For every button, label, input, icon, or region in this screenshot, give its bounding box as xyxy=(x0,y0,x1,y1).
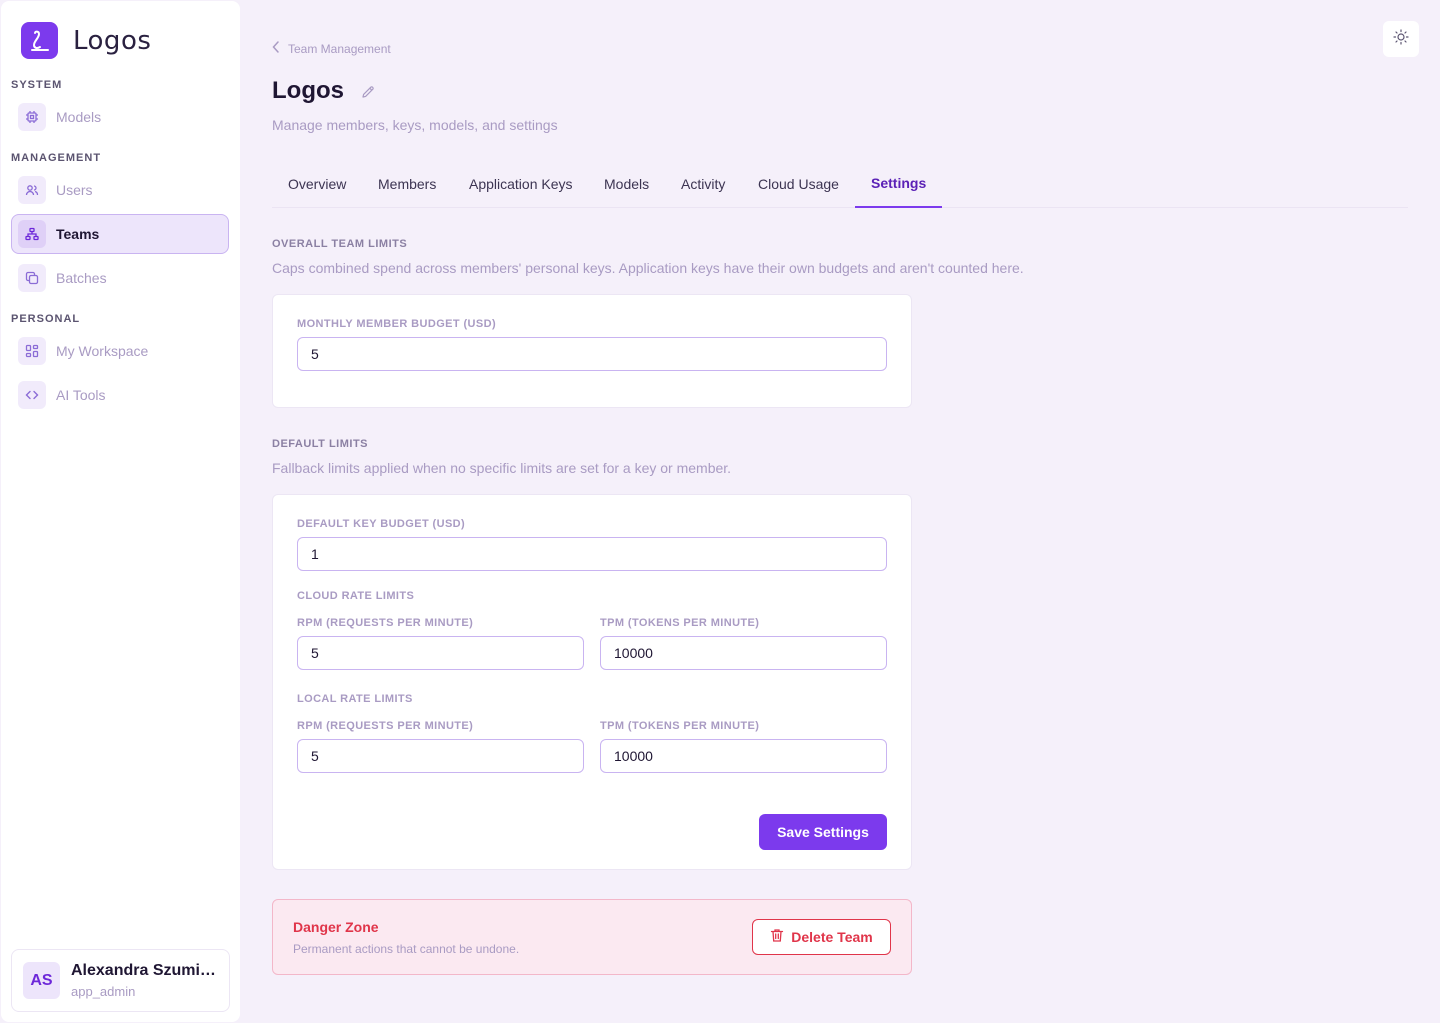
sidebar-item-ai-tools[interactable]: AI Tools xyxy=(11,375,229,415)
delete-team-button[interactable]: Delete Team xyxy=(752,919,891,955)
theme-toggle-button[interactable] xyxy=(1383,21,1419,57)
chevron-left-icon xyxy=(272,41,280,56)
user-info: Alexandra Szumi… app_admin xyxy=(71,962,221,999)
code-icon xyxy=(18,381,46,409)
sidebar-item-label: AI Tools xyxy=(56,387,106,403)
local-rate-limits-heading: LOCAL RATE LIMITS xyxy=(297,693,413,705)
tab-overview[interactable]: Overview xyxy=(272,160,362,207)
copy-icon xyxy=(18,264,46,292)
overall-limits-card: MONTHLY MEMBER BUDGET (USD) 5 xyxy=(272,294,912,408)
default-limits-description: Fallback limits applied when no specific… xyxy=(272,460,732,476)
trash-icon xyxy=(770,928,784,946)
danger-zone-description: Permanent actions that cannot be undone. xyxy=(293,942,520,956)
sidebar-item-users[interactable]: Users xyxy=(11,170,229,210)
default-limits-heading: DEFAULT LIMITS xyxy=(272,438,369,450)
logo-icon xyxy=(21,22,58,59)
section-label-personal: PERSONAL xyxy=(11,313,81,325)
grid-icon xyxy=(18,337,46,365)
tab-models[interactable]: Models xyxy=(588,160,665,207)
sidebar-item-label: Teams xyxy=(56,226,100,242)
cloud-tpm-input[interactable]: 10000 xyxy=(600,636,887,670)
tab-activity[interactable]: Activity xyxy=(665,160,741,207)
overall-limits-description: Caps combined spend across members' pers… xyxy=(272,260,1024,276)
user-card[interactable]: AS Alexandra Szumi… app_admin xyxy=(11,949,230,1012)
cloud-rate-limits-heading: CLOUD RATE LIMITS xyxy=(297,590,415,602)
key-budget-label: DEFAULT KEY BUDGET (USD) xyxy=(297,518,466,530)
default-limits-card: DEFAULT KEY BUDGET (USD) 1 CLOUD RATE LI… xyxy=(272,494,912,870)
cpu-icon xyxy=(18,103,46,131)
tab-members[interactable]: Members xyxy=(362,160,452,207)
overall-limits-heading: OVERALL TEAM LIMITS xyxy=(272,238,408,250)
user-role: app_admin xyxy=(71,984,136,999)
app-name: Logos xyxy=(73,25,152,56)
brand[interactable]: Logos xyxy=(21,22,151,59)
sidebar-item-teams[interactable]: Teams xyxy=(11,214,229,254)
delete-team-label: Delete Team xyxy=(791,929,873,945)
sidebar-item-label: Users xyxy=(56,182,93,198)
sidebar-item-batches[interactable]: Batches xyxy=(11,258,229,298)
tab-bar: Overview Members Application Keys Models… xyxy=(272,160,1408,208)
page-title: Logos xyxy=(272,77,344,104)
tab-settings[interactable]: Settings xyxy=(855,160,943,208)
sidebar-item-label: Batches xyxy=(56,270,107,286)
avatar: AS xyxy=(23,962,60,999)
tab-cloud-usage[interactable]: Cloud Usage xyxy=(742,160,855,207)
breadcrumb[interactable]: Team Management xyxy=(272,41,391,56)
breadcrumb-link[interactable]: Team Management xyxy=(288,42,391,56)
user-name: Alexandra Szumi… xyxy=(71,962,216,979)
page-subtitle: Manage members, keys, models, and settin… xyxy=(272,117,558,133)
danger-zone-title: Danger Zone xyxy=(293,919,379,935)
sidebar: Logos SYSTEM Models MANAGEMENT Users Tea… xyxy=(1,1,240,1022)
cloud-rpm-label: RPM (REQUESTS PER MINUTE) xyxy=(297,617,474,629)
save-settings-button[interactable]: Save Settings xyxy=(759,814,887,850)
local-rpm-input[interactable]: 5 xyxy=(297,739,584,773)
sidebar-item-label: Models xyxy=(56,109,102,125)
local-tpm-label: TPM (TOKENS PER MINUTE) xyxy=(600,720,760,732)
cloud-tpm-label: TPM (TOKENS PER MINUTE) xyxy=(600,617,760,629)
section-label-management: MANAGEMENT xyxy=(11,152,102,164)
sun-icon xyxy=(1393,28,1409,50)
network-icon xyxy=(18,220,46,248)
cloud-rpm-input[interactable]: 5 xyxy=(297,636,584,670)
sidebar-item-my-workspace[interactable]: My Workspace xyxy=(11,331,229,371)
tab-application-keys[interactable]: Application Keys xyxy=(453,160,589,207)
key-budget-input[interactable]: 1 xyxy=(297,537,887,571)
pencil-icon[interactable] xyxy=(361,85,375,104)
monthly-budget-input[interactable]: 5 xyxy=(297,337,887,371)
local-tpm-input[interactable]: 10000 xyxy=(600,739,887,773)
section-label-system: SYSTEM xyxy=(11,79,63,91)
users-icon xyxy=(18,176,46,204)
sidebar-item-label: My Workspace xyxy=(56,343,149,359)
sidebar-item-models[interactable]: Models xyxy=(11,97,229,137)
monthly-budget-label: MONTHLY MEMBER BUDGET (USD) xyxy=(297,318,497,330)
danger-zone: Danger Zone Permanent actions that canno… xyxy=(272,899,912,975)
local-rpm-label: RPM (REQUESTS PER MINUTE) xyxy=(297,720,474,732)
